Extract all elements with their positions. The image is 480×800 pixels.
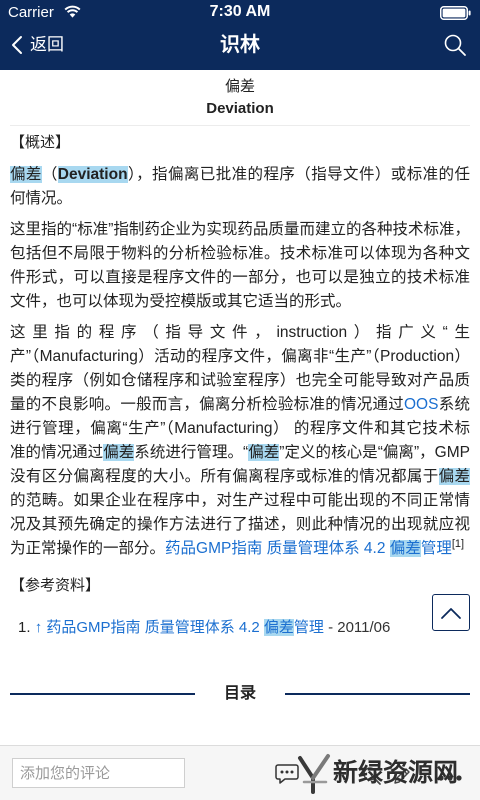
text-run: 管理 [420,540,452,557]
bottom-toolbar: 新绿资源网 [0,745,480,800]
text-run: 这里指的“标准”指制药企业为实现药品质量而建立的各种技术标准，包括但不局限于物料… [10,221,470,310]
highlighted-term-en: Deviation [57,166,128,183]
reference-number: 1. [18,619,31,636]
comment-icon[interactable] [274,762,300,786]
toc-button[interactable]: 目录 [10,682,470,706]
article-title-en: Deviation [206,100,274,117]
carrier-label: Carrier [8,4,54,21]
highlighted-term: 偏差 [438,468,470,485]
divider-line [10,693,195,695]
highlighted-term: 偏差 [263,619,294,636]
highlighted-term: 偏差 [248,444,280,461]
overview-paragraph-1: 偏差（Deviation），指偏离已批准的程序（指导文件）或标准的任何情况。 [10,163,470,211]
back-label: 返回 [30,35,64,54]
highlighted-term: 偏差 [10,166,42,183]
overview-paragraph-2: 这里指的“标准”指制药企业为实现药品质量而建立的各种技术标准，包括但不局限于物料… [10,218,470,314]
watermark-logo-icon [298,754,330,794]
reference-link[interactable]: 药品GMP指南 质量管理体系 4.2 偏差管理 [46,619,324,636]
text-run: 药品GMP指南 质量管理体系 4.2 [46,619,264,636]
battery-icon [440,6,471,20]
text-run: 药品GMP指南 质量管理体系 4.2 [165,540,390,557]
chevron-up-icon [441,607,461,619]
footnote-ref[interactable]: [1] [452,538,464,550]
search-icon[interactable] [443,33,467,57]
back-to-citation-link[interactable]: ↑ [35,619,43,636]
reference-item: 1. ↑ 药品GMP指南 质量管理体系 4.2 偏差管理 - 2011/06 [10,616,470,640]
back-button[interactable]: 返回 [10,31,80,59]
more-icon[interactable] [437,774,463,782]
text-run: 这里指的程序（指导文件，instruction）指广义“生产”（Manufact… [10,324,470,413]
overview-heading: 【概述】 [10,134,71,151]
article-title-block: 偏差 Deviation [10,70,470,126]
article-scroll-view[interactable]: 偏差 Deviation 【概述】 偏差（Deviation），指偏离已批准的程… [0,70,480,745]
overview-paragraph-3: 这里指的程序（指导文件，instruction）指广义“生产”（Manufact… [10,321,470,561]
chevron-left-icon [12,36,22,54]
status-time: 7:30 AM [209,3,271,20]
edit-icon[interactable] [392,766,412,786]
highlighted-term: 偏差 [103,444,135,461]
article-title-zh: 偏差 [224,78,255,95]
source-link[interactable]: 药品GMP指南 质量管理体系 4.2 偏差管理 [165,540,452,557]
page-title: 识林 [220,34,260,56]
reference-date: - 2011/06 [323,619,391,636]
search-icon[interactable] [362,766,382,786]
text-run: （ [41,166,58,183]
text-run: 系统进行管理。“ [134,444,249,461]
wifi-icon [64,5,81,18]
status-bar: Carrier 7:30 AM [0,0,480,26]
app-header: Carrier 7:30 AM 返回 识林 [0,0,480,70]
toc-label: 目录 [223,685,256,702]
scroll-to-top-button[interactable] [432,594,470,631]
highlighted-term: 偏差 [389,540,421,557]
divider-line [285,693,470,695]
oos-link[interactable]: OOS [404,396,438,413]
references-heading: 【参考资料】 [10,577,101,594]
text-run: 管理 [293,619,324,636]
comment-input[interactable] [12,758,185,788]
